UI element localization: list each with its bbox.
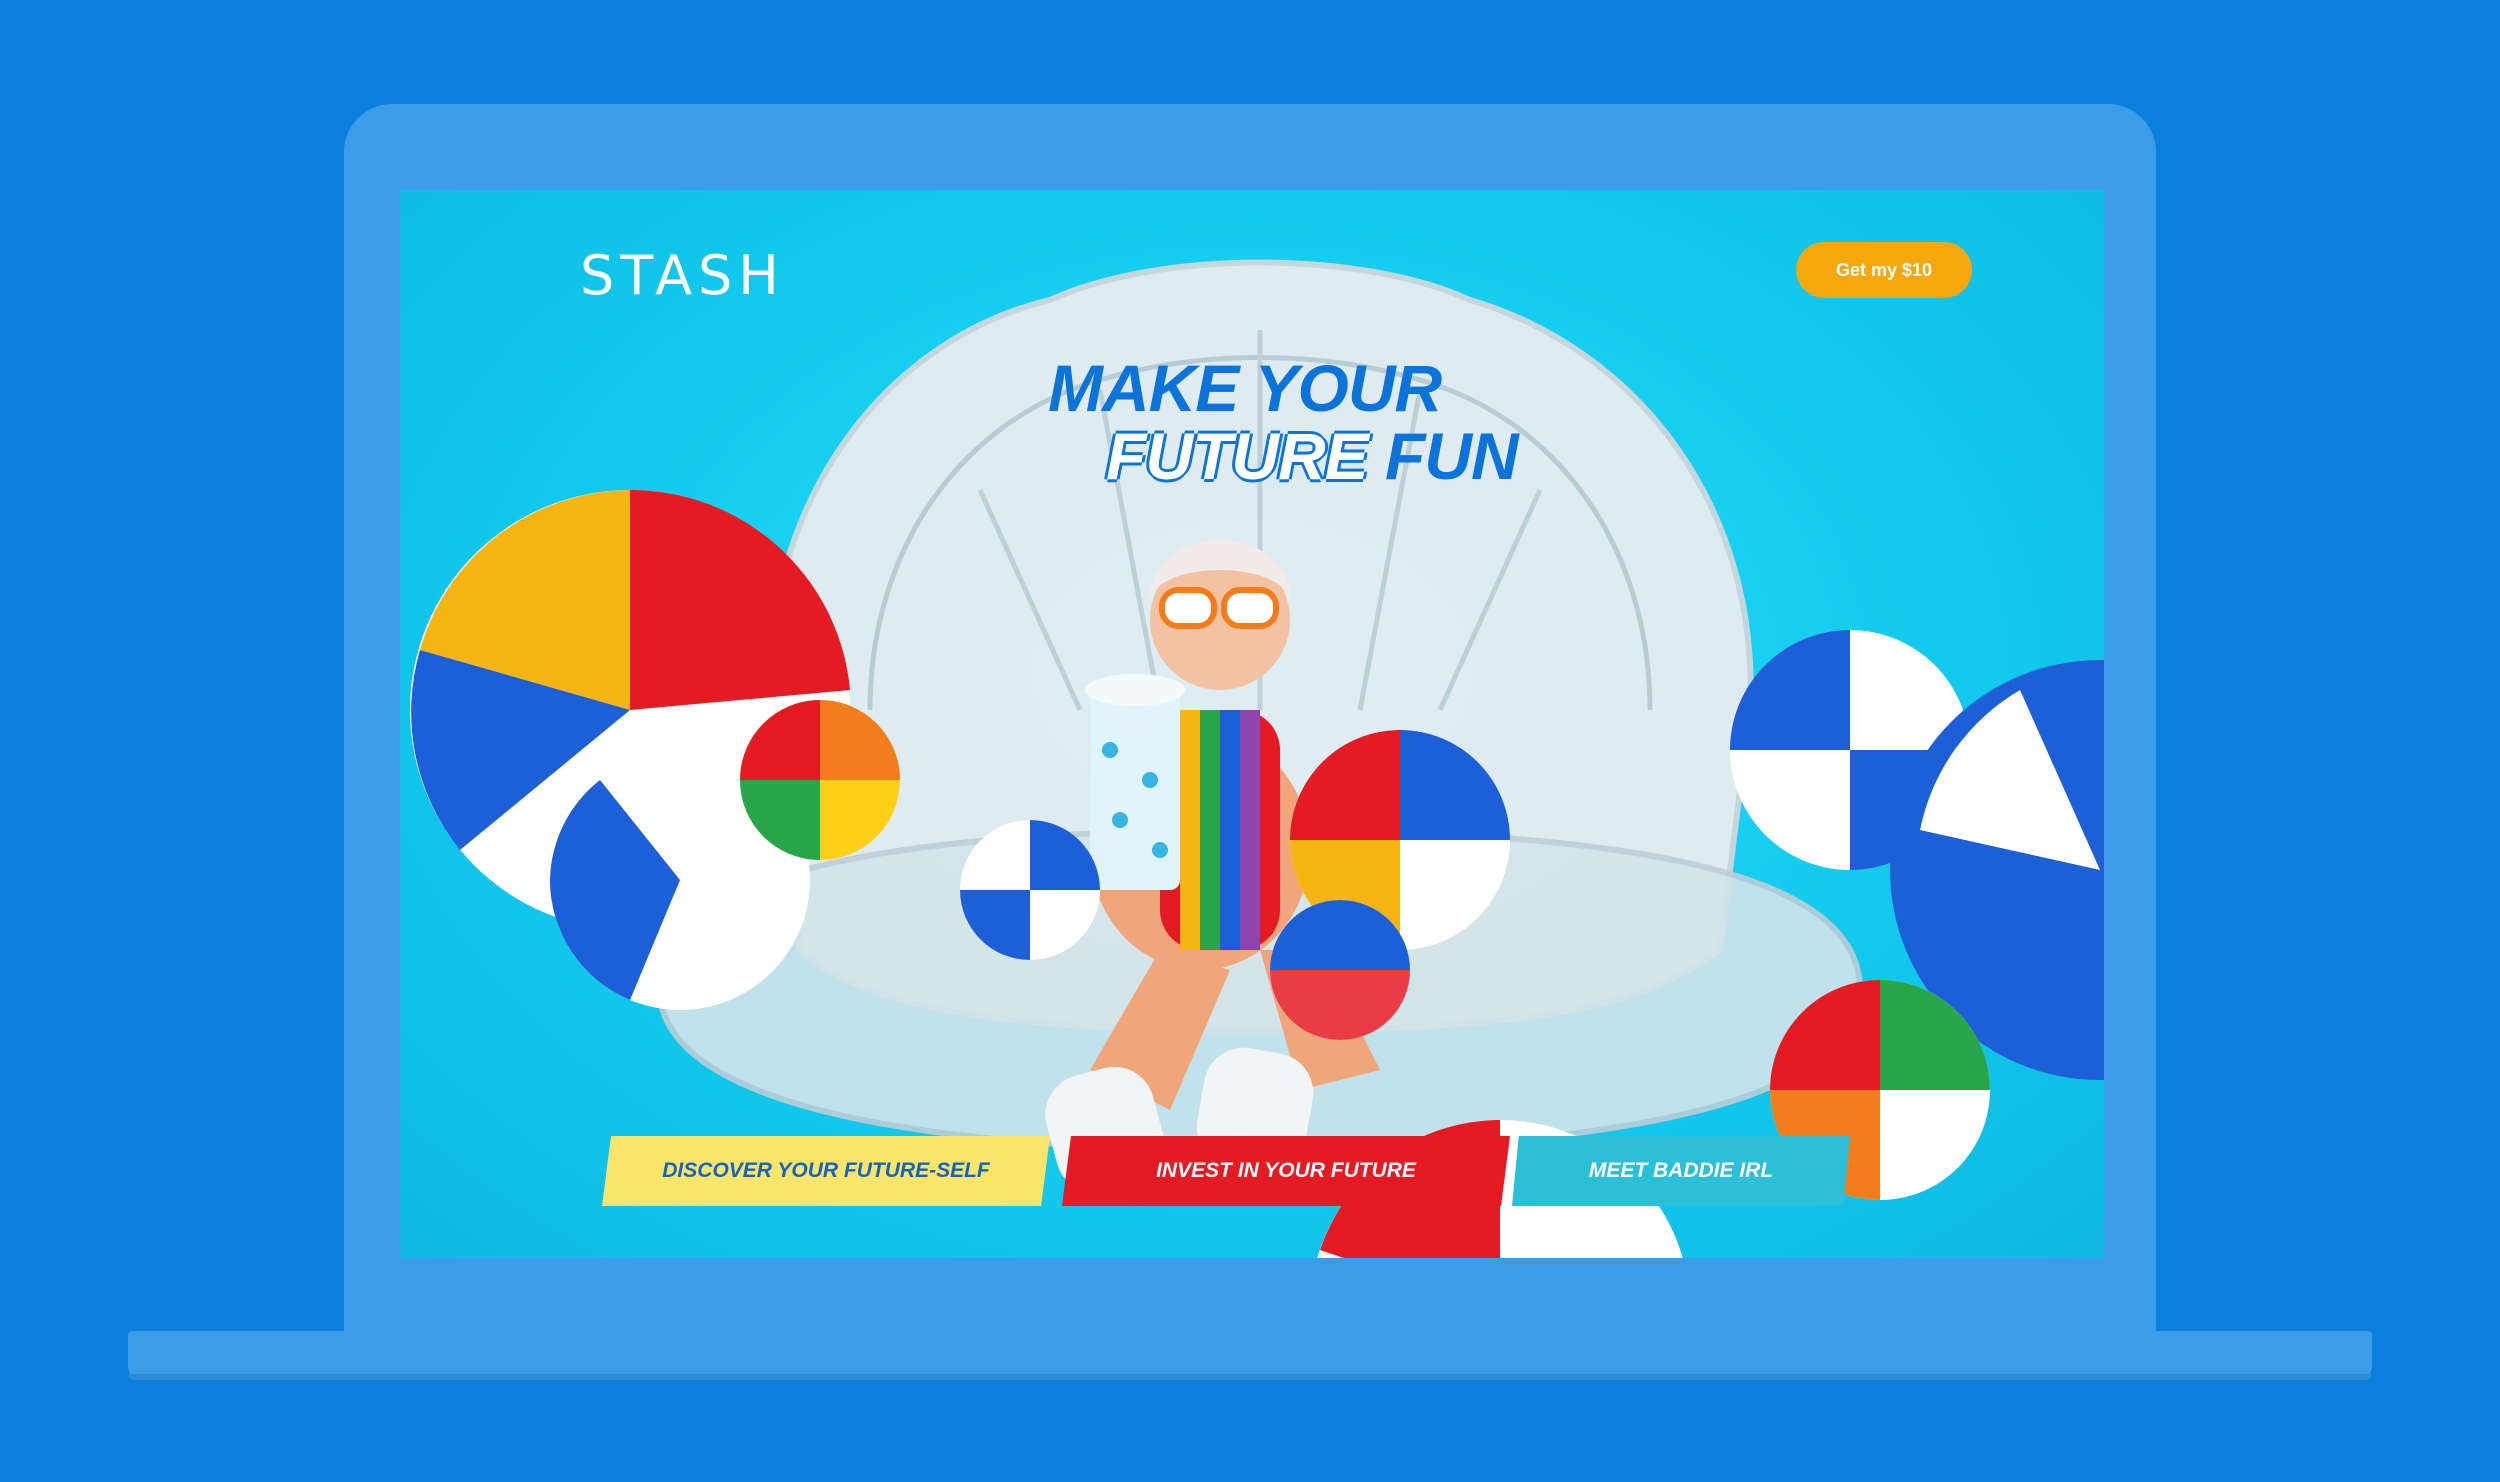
headline-line-2: FUTURE FUN	[1106, 418, 1519, 494]
tab-meet-baddie-irl[interactable]: MEET BADDIE IRL	[1512, 1136, 1850, 1206]
headline-outlined-word: FUTURE	[1106, 419, 1369, 493]
get-my-10-button[interactable]: Get my $10	[1796, 242, 1972, 298]
tab-discover-your-future-self[interactable]: DISCOVER YOUR FUTURE-SELF	[602, 1136, 1050, 1206]
beach-ball-lap-small	[1270, 900, 1410, 1040]
beach-ball-lap-left	[960, 820, 1100, 960]
headline-line-1: MAKE YOUR	[1048, 351, 1442, 425]
laptop-base	[128, 1331, 2372, 1380]
headline-line-2-rest: FUN	[1367, 419, 1519, 493]
laptop-base-edge	[128, 1374, 2372, 1380]
tab-invest-in-your-future[interactable]: INVEST IN YOUR FUTURE	[1062, 1136, 1510, 1206]
beach-ball-rainbow-small	[740, 700, 900, 860]
browser-screen: STASH Get my $10 MAKE YOUR FUTURE FUN DI…	[400, 190, 2104, 1258]
stash-logo[interactable]: STASH	[580, 244, 785, 307]
